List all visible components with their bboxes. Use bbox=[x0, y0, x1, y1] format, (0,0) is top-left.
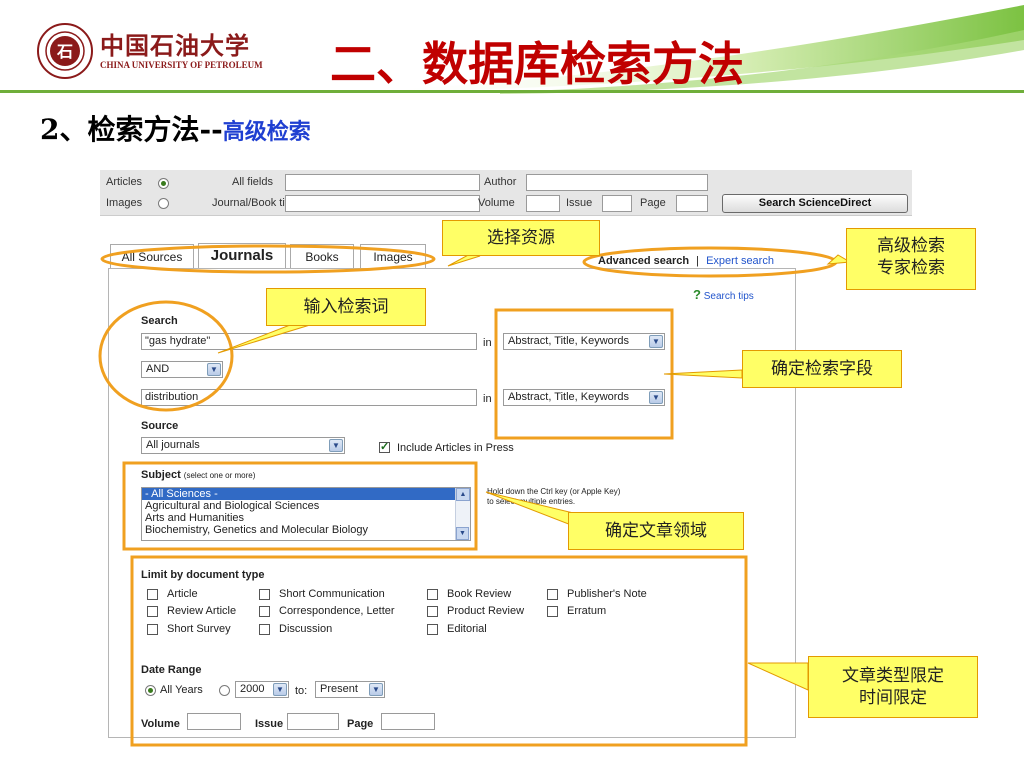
subject-box bbox=[122, 461, 478, 551]
annotation-expert-line: 专家检索 bbox=[877, 258, 945, 278]
annotation-search-field: 确定检索字段 bbox=[742, 350, 902, 388]
annotation-type-date: 文章类型限定 时间限定 bbox=[808, 656, 978, 718]
search-mode-ellipse bbox=[582, 246, 838, 278]
sources-tabs-ellipse bbox=[100, 244, 436, 274]
field-callout-pointer bbox=[663, 369, 743, 379]
limit-callout-pointer bbox=[747, 662, 809, 691]
annotation-enter-keyword: 输入检索词 bbox=[266, 288, 426, 326]
annotation-date-line: 时间限定 bbox=[859, 688, 927, 708]
annotation-advanced-line: 高级检索 bbox=[877, 236, 945, 256]
annotation-type-line: 文章类型限定 bbox=[842, 666, 944, 686]
limit-box bbox=[130, 555, 748, 747]
search-term-ellipse bbox=[98, 300, 234, 412]
annotation-subject-domain: 确定文章领域 bbox=[568, 512, 744, 550]
annotation-select-source: 选择资源 bbox=[442, 220, 600, 256]
annotation-advanced-expert: 高级检索 专家检索 bbox=[846, 228, 976, 290]
search-field-box bbox=[494, 308, 674, 440]
keyword-callout-pointer bbox=[217, 324, 311, 354]
